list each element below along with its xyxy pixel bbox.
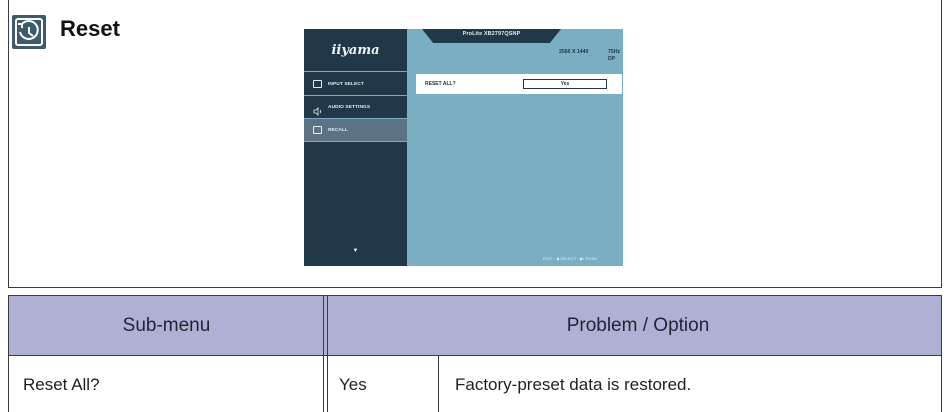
osd-refresh-rate: 75Hz bbox=[608, 49, 621, 55]
osd-model-name: ProLite XB2797QSNP bbox=[462, 31, 521, 37]
osd-divider bbox=[304, 71, 407, 72]
recall-icon bbox=[313, 126, 322, 134]
section-heading: Reset bbox=[12, 15, 120, 49]
osd-logo: iiyama bbox=[331, 43, 380, 58]
osd-item-input-select: INPUT SELECT bbox=[304, 73, 407, 96]
osd-item-label: AUDIO SETTINGS bbox=[328, 104, 371, 110]
speaker-icon bbox=[313, 103, 322, 116]
table-header: Sub-menu Problem / Option bbox=[8, 295, 942, 355]
osd-item-recall: RECALL bbox=[304, 119, 407, 142]
osd-more-arrow: ▼ bbox=[352, 248, 359, 254]
osd-footer-hint: EXIT : ◀ SELECT : ▶/ PUSH bbox=[543, 256, 598, 261]
osd-reset-all-value: Yes bbox=[523, 79, 607, 89]
osd-sidebar: iiyama INPUT SELECT AUDIO SETTINGS RECAL… bbox=[304, 29, 407, 266]
cell-description: Factory-preset data is restored. bbox=[455, 374, 692, 394]
column-divider bbox=[323, 295, 324, 412]
cell-option: Yes bbox=[339, 374, 367, 394]
osd-resolution: 2560 X 1440 bbox=[559, 49, 589, 55]
osd-reset-all-row: RESET ALL? Yes bbox=[416, 74, 622, 94]
osd-input-port: DP bbox=[608, 56, 616, 62]
page-title: Reset bbox=[60, 16, 120, 41]
column-divider bbox=[438, 355, 439, 412]
osd-reset-all-label: RESET ALL? bbox=[425, 81, 456, 87]
cell-submenu: Reset All? bbox=[23, 374, 100, 394]
osd-main-area bbox=[407, 29, 623, 266]
header-problem-option: Problem / Option bbox=[566, 314, 710, 336]
osd-menu-image: iiyama INPUT SELECT AUDIO SETTINGS RECAL… bbox=[304, 29, 623, 266]
osd-item-label: RECALL bbox=[328, 127, 349, 133]
reset-recall-icon bbox=[12, 15, 46, 49]
osd-item-audio-settings: AUDIO SETTINGS bbox=[304, 96, 407, 119]
column-divider bbox=[327, 295, 328, 412]
input-select-icon bbox=[313, 80, 322, 88]
osd-item-label: INPUT SELECT bbox=[328, 81, 364, 87]
table-row: Reset All? Yes Factory-preset data is re… bbox=[8, 355, 942, 412]
header-submenu: Sub-menu bbox=[122, 314, 211, 336]
